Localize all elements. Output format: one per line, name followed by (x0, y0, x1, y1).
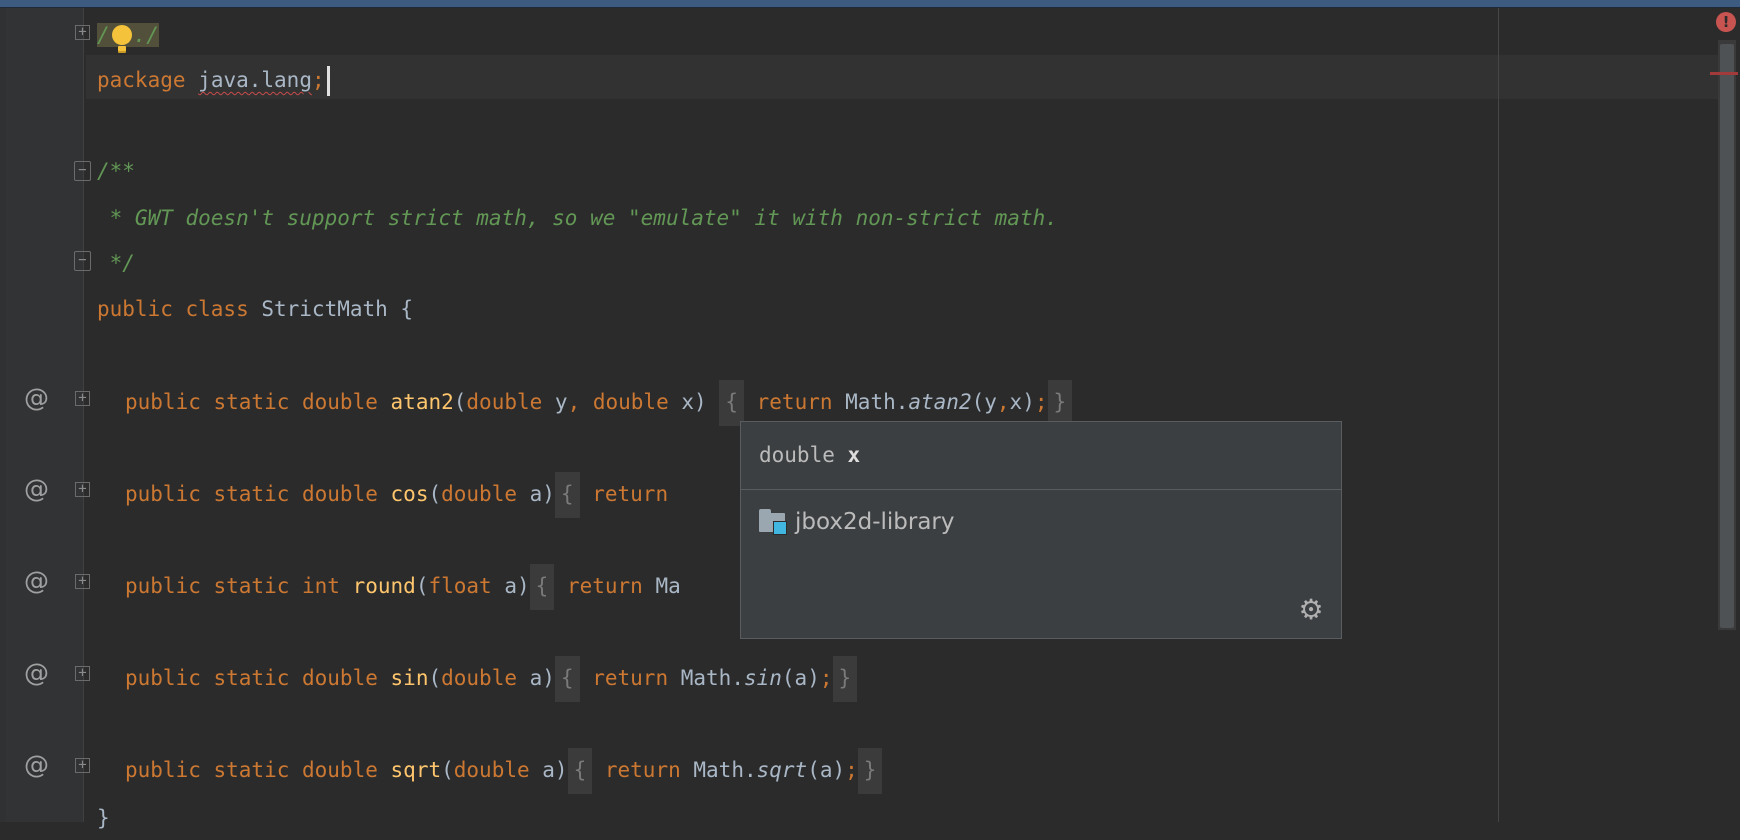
lightbulb-icon[interactable] (111, 25, 132, 51)
folded-region[interactable]: { (554, 472, 580, 518)
folded-region[interactable]: { (567, 748, 593, 794)
popup-library-label: jbox2d-library (795, 509, 955, 535)
code-line-javadoc-open[interactable]: /** (97, 149, 135, 193)
code-line-round[interactable]: public static int round(float a){ return… (125, 564, 681, 610)
override-marker-icon[interactable]: @ (24, 475, 52, 503)
window-top-bar (0, 0, 1740, 8)
popup-signature: double x (741, 422, 1341, 490)
right-margin-guide (1498, 8, 1499, 822)
override-marker-icon[interactable]: @ (24, 567, 52, 595)
override-marker-icon[interactable]: @ (24, 384, 52, 412)
code-line-javadoc-body[interactable]: * GWT doesn't support strict math, so we… (97, 196, 1058, 240)
code-line-class-decl[interactable]: public class StrictMath { (97, 287, 413, 331)
expand-fold-icon[interactable]: + (75, 758, 90, 773)
code-line-sin[interactable]: public static double sin(double a){ retu… (125, 656, 858, 702)
expand-fold-icon[interactable]: + (75, 666, 90, 681)
expand-fold-icon[interactable]: + (75, 574, 90, 589)
code-line-cos[interactable]: public static double cos(double a){ retu… (125, 472, 668, 518)
gutter-divider (83, 8, 84, 822)
package-name-error: java.lang (198, 68, 312, 92)
code-line-collapsed-comment[interactable]: / ./ (97, 13, 159, 57)
expand-fold-icon[interactable]: + (75, 391, 90, 406)
collapse-fold-end-icon[interactable]: − (74, 251, 91, 271)
code-line-atan2[interactable]: public static double atan2(double y, dou… (125, 380, 1073, 426)
folded-region[interactable]: { (529, 564, 555, 610)
current-line-highlight (86, 55, 1718, 99)
folded-region[interactable]: } (1047, 380, 1073, 426)
code-line-javadoc-close[interactable]: */ (97, 241, 135, 285)
quick-doc-popup[interactable]: double x jbox2d-library ⚙ (740, 421, 1342, 639)
text-caret (326, 66, 330, 96)
expand-fold-icon[interactable]: + (75, 482, 90, 497)
error-stripe-marker[interactable] (1710, 72, 1738, 75)
folded-region[interactable]: } (832, 656, 858, 702)
expand-fold-icon[interactable]: + (75, 25, 90, 40)
folded-region[interactable]: { (719, 380, 744, 426)
collapse-fold-icon[interactable]: − (74, 161, 91, 181)
popup-library-link[interactable]: jbox2d-library (759, 502, 955, 542)
code-line-package[interactable]: package java.lang; (97, 58, 330, 102)
left-strip (0, 8, 6, 822)
gear-icon[interactable]: ⚙ (1297, 596, 1325, 624)
override-marker-icon[interactable]: @ (24, 659, 52, 687)
popup-param-name: x (847, 443, 861, 467)
code-line-sqrt[interactable]: public static double sqrt(double a){ ret… (125, 748, 883, 794)
override-marker-icon[interactable]: @ (24, 751, 52, 779)
error-icon[interactable]: ! (1716, 12, 1736, 32)
folded-region[interactable]: { (554, 656, 580, 702)
editor-gutter[interactable] (0, 8, 84, 822)
code-line-class-close[interactable]: } (97, 796, 110, 840)
folder-library-icon (759, 509, 787, 535)
folded-region[interactable]: } (857, 748, 883, 794)
scrollbar-thumb[interactable] (1720, 44, 1734, 628)
